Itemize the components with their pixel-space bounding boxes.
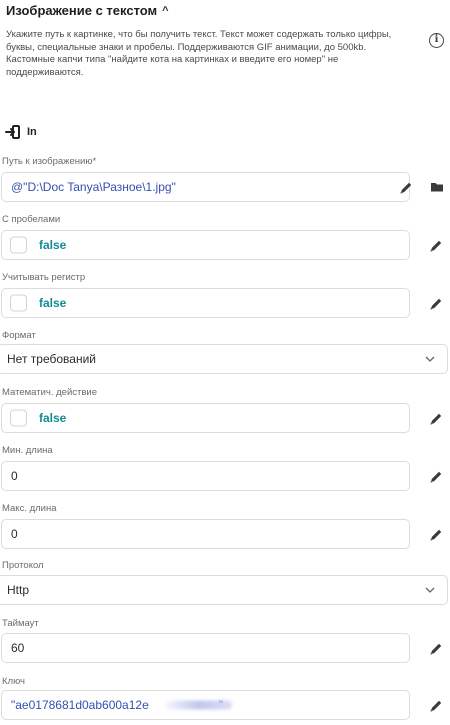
- image-path-value: @"D:\Doc Tanya\Разное\1.jpg": [11, 180, 176, 194]
- section-header[interactable]: Изображение с текстом ^: [6, 3, 169, 18]
- pencil-icon[interactable]: [428, 296, 444, 312]
- pencil-icon[interactable]: [428, 469, 444, 485]
- timeout-value: 60: [11, 641, 25, 655]
- with-spaces-checkbox[interactable]: [10, 236, 27, 254]
- timeout-label: Таймаут: [2, 618, 39, 629]
- format-label: Формат: [2, 330, 36, 341]
- input-port-label: In: [27, 126, 37, 138]
- max-length-value: 0: [11, 527, 18, 541]
- protocol-label: Протокол: [2, 560, 44, 571]
- protocol-select[interactable]: Http: [0, 575, 448, 605]
- case-sensitive-value[interactable]: false: [39, 296, 66, 310]
- min-length-input[interactable]: 0: [1, 461, 410, 491]
- math-action-label: Математич. действие: [2, 387, 97, 398]
- max-length-input[interactable]: 0: [1, 519, 410, 549]
- collapse-caret-icon[interactable]: ^: [162, 5, 168, 17]
- pencil-icon[interactable]: [398, 180, 414, 196]
- image-path-label: Путь к изображению*: [2, 156, 97, 167]
- key-label: Ключ: [2, 676, 25, 687]
- with-spaces-field: false: [1, 230, 410, 260]
- math-action-field: false: [1, 403, 410, 433]
- pencil-icon[interactable]: [428, 527, 444, 543]
- min-length-label: Мин. длина: [2, 445, 53, 456]
- format-select[interactable]: Нет требований: [0, 344, 448, 374]
- min-length-value: 0: [11, 469, 18, 483]
- with-spaces-value[interactable]: false: [39, 238, 66, 252]
- chevron-down-icon: [425, 356, 435, 362]
- input-arrow-icon: [5, 125, 20, 139]
- key-input[interactable]: "ae0178681d0ab600a12e": [1, 690, 410, 720]
- chevron-down-icon: [425, 587, 435, 593]
- case-sensitive-checkbox[interactable]: [10, 294, 27, 312]
- folder-icon[interactable]: [430, 180, 444, 194]
- pencil-icon[interactable]: [428, 698, 444, 714]
- input-port: In: [5, 124, 37, 140]
- case-sensitive-field: false: [1, 288, 410, 318]
- math-action-checkbox[interactable]: [10, 409, 27, 427]
- format-value: Нет требований: [7, 352, 96, 366]
- timeout-input[interactable]: 60: [1, 633, 410, 663]
- with-spaces-label: С пробелами: [2, 214, 61, 225]
- info-icon[interactable]: i: [429, 33, 444, 48]
- key-redaction-blur: [166, 700, 232, 710]
- pencil-icon[interactable]: [428, 238, 444, 254]
- math-action-value[interactable]: false: [39, 411, 66, 425]
- description-text: Укажите путь к картинке, что бы получить…: [6, 29, 392, 78]
- section-title: Изображение с текстом: [6, 3, 158, 18]
- pencil-icon[interactable]: [428, 411, 444, 427]
- pencil-icon[interactable]: [428, 641, 444, 657]
- protocol-value: Http: [7, 583, 30, 597]
- image-path-input[interactable]: @"D:\Doc Tanya\Разное\1.jpg": [1, 172, 410, 202]
- case-sensitive-label: Учитывать регистр: [2, 272, 86, 283]
- max-length-label: Макс. длина: [2, 503, 57, 514]
